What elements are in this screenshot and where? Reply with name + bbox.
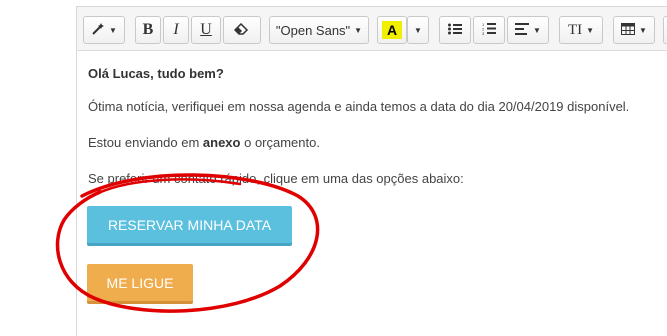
paragraph-options: Se preferir um contato rápido, clique em…	[88, 171, 464, 186]
greeting-text: Olá Lucas, tudo bem?	[88, 66, 224, 81]
paragraph-attachment-end: o orçamento.	[240, 135, 320, 150]
chevron-down-icon: ▼	[109, 25, 117, 35]
bullet-list-icon	[448, 22, 462, 38]
numbered-list-button[interactable]: 123	[473, 16, 505, 44]
eraser-icon	[233, 22, 250, 38]
table-icon	[621, 22, 636, 38]
attachment-bold-word: anexo	[202, 135, 241, 150]
call-me-button[interactable]: ME LIGUE	[87, 264, 193, 304]
underline-button[interactable]: U	[191, 16, 221, 44]
text-color-icon: A	[381, 21, 403, 39]
align-left-icon	[515, 22, 530, 38]
table-dropdown-button[interactable]: ▼	[613, 16, 655, 44]
paragraph-attachment: Estou enviando em anexo o orçamento.	[88, 135, 320, 150]
clear-format-button[interactable]	[223, 16, 261, 44]
italic-button[interactable]: I	[163, 16, 189, 44]
font-size-dropdown-button[interactable]: TI ▼	[559, 16, 603, 44]
text-color-button[interactable]: A	[377, 16, 407, 44]
bold-button[interactable]: B	[135, 16, 161, 44]
text-color-dropdown[interactable]: ▼	[407, 16, 429, 44]
paragraph-attachment-start: Estou enviando em	[88, 135, 203, 150]
chevron-down-icon: ▼	[639, 25, 647, 35]
bullet-list-button[interactable]	[439, 16, 471, 44]
font-family-value: "Open Sans"	[275, 22, 351, 38]
style-dropdown-button[interactable]: ▼	[83, 16, 125, 44]
align-dropdown-button[interactable]: ▼	[507, 16, 549, 44]
chevron-down-icon: ▼	[586, 25, 595, 35]
svg-text:3: 3	[482, 31, 485, 35]
reserve-date-button[interactable]: RESERVAR MINHA DATA	[87, 206, 292, 246]
font-size-icon: TI	[567, 21, 583, 38]
rich-text-editor: ▼ B I U "Open Sans" ▼ A ▼ 123 ▼ TI ▼ ▼ O…	[76, 6, 667, 336]
magic-wand-icon	[91, 22, 105, 39]
paragraph-availability: Ótima notícia, verifiquei em nossa agend…	[88, 99, 630, 114]
chevron-down-icon: ▼	[414, 25, 422, 35]
editor-toolbar: ▼ B I U "Open Sans" ▼ A ▼ 123 ▼ TI ▼ ▼	[77, 7, 667, 51]
numbered-list-icon: 123	[482, 22, 496, 38]
chevron-down-icon: ▼	[354, 25, 363, 35]
chevron-down-icon: ▼	[533, 25, 541, 35]
font-family-dropdown[interactable]: "Open Sans" ▼	[269, 16, 369, 44]
more-options-button[interactable]	[663, 16, 667, 44]
